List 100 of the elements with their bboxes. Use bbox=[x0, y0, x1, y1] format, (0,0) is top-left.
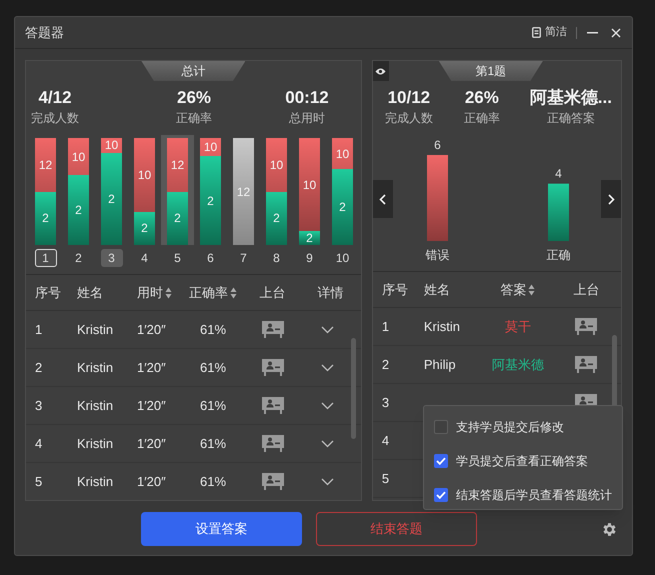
stat-value: 4/12 bbox=[38, 87, 72, 109]
column-header[interactable]: 用时 bbox=[137, 282, 163, 302]
presenter-board-icon[interactable] bbox=[262, 359, 284, 376]
minimize-icon bbox=[586, 32, 598, 34]
table-cell-text: 61% bbox=[199, 320, 228, 339]
presenter-board-icon[interactable] bbox=[262, 473, 284, 490]
stacked-bar[interactable]: 12 2 bbox=[35, 138, 56, 245]
correct-bar-segment[interactable]: 2 bbox=[134, 212, 155, 245]
correct-bar-segment[interactable]: 2 bbox=[101, 152, 122, 245]
question-number-tab[interactable]: 6 bbox=[200, 249, 222, 267]
previous-button[interactable] bbox=[372, 180, 393, 218]
column-header: 序号 bbox=[382, 280, 408, 299]
table-cell-text: Kristin bbox=[77, 472, 114, 491]
stacked-bar[interactable]: 10 2 bbox=[68, 138, 89, 245]
stacked-bar[interactable]: 12 2 bbox=[167, 138, 188, 245]
bar-label: 10 bbox=[202, 139, 218, 156]
correct-bar-segment[interactable]: 2 bbox=[266, 192, 287, 245]
stat-label: 正确率 bbox=[176, 110, 212, 126]
table-cell-text: Kristin bbox=[77, 320, 114, 339]
table-cell-text: 61% bbox=[199, 358, 228, 377]
chevron-down-icon[interactable] bbox=[320, 478, 334, 486]
chevron-left-icon bbox=[379, 194, 386, 204]
end-button[interactable]: 结束答题 bbox=[316, 512, 477, 546]
presenter-board-icon[interactable] bbox=[575, 356, 598, 373]
table-cell-text: 61% bbox=[199, 472, 228, 491]
checkbox[interactable] bbox=[434, 454, 448, 468]
stacked-bar[interactable]: 10 2 bbox=[266, 138, 287, 245]
stat-value: 阿基米德... bbox=[530, 87, 612, 109]
bar-label: 10 bbox=[136, 166, 152, 184]
sort-icon[interactable] bbox=[230, 286, 237, 298]
presenter-board-icon[interactable] bbox=[262, 435, 284, 452]
question-number-tab[interactable]: 5 bbox=[166, 249, 188, 267]
sort-icon[interactable] bbox=[528, 284, 536, 296]
stat-label: 完成人数 bbox=[384, 110, 433, 126]
stacked-bar[interactable]: 10 2 bbox=[134, 138, 155, 245]
eye-icon[interactable] bbox=[375, 68, 386, 74]
question-number-tab[interactable]: 9 bbox=[298, 249, 320, 267]
stat-value: 26% bbox=[464, 87, 499, 109]
table-cell-text: 3 bbox=[382, 394, 390, 412]
settings-button[interactable] bbox=[601, 520, 618, 538]
visibility-toggle[interactable] bbox=[372, 61, 389, 81]
next-button[interactable] bbox=[601, 180, 621, 218]
presenter-board-icon[interactable] bbox=[262, 321, 284, 338]
close-button[interactable] bbox=[610, 26, 622, 38]
chevron-down-icon[interactable] bbox=[320, 402, 334, 410]
stat-value: 10/12 bbox=[388, 87, 430, 109]
correct-bar-segment[interactable]: 2 bbox=[299, 231, 320, 245]
table-cell-text: 1 bbox=[382, 318, 390, 336]
bar-label: 10 bbox=[70, 148, 86, 166]
checkbox-label[interactable]: 支持学员提交后修改 bbox=[456, 418, 564, 436]
column-header[interactable]: 正确率 bbox=[189, 282, 228, 302]
table-cell-text: Kristin bbox=[77, 396, 114, 415]
column-header: 姓名 bbox=[424, 280, 450, 299]
chevron-down-icon[interactable] bbox=[320, 364, 334, 372]
stacked-bar[interactable]: 10 2 bbox=[299, 138, 320, 245]
question-number-tab[interactable]: 8 bbox=[266, 249, 288, 267]
question-number-tab[interactable]: 2 bbox=[68, 249, 90, 267]
column-header[interactable]: 答案 bbox=[500, 280, 526, 300]
set-answer-button[interactable]: 设置答案 bbox=[141, 512, 302, 546]
stat-value: 00:12 bbox=[285, 87, 329, 109]
panel-tab[interactable]: 第1题 bbox=[438, 61, 543, 81]
stat-label: 正确答案 bbox=[546, 110, 595, 126]
correct-bar-segment[interactable]: 2 bbox=[200, 156, 221, 245]
question-number-tab[interactable]: 4 bbox=[134, 249, 156, 267]
table-cell-text: Kristin bbox=[77, 358, 114, 377]
view-mode-button[interactable]: 简洁 bbox=[532, 24, 567, 41]
checkbox-label[interactable]: 结束答题后学员查看答题统计 bbox=[456, 486, 612, 504]
sort-icon[interactable] bbox=[165, 286, 172, 298]
scrollbar[interactable] bbox=[350, 338, 356, 439]
stacked-bar[interactable]: 10 2 bbox=[101, 138, 122, 245]
data-label: 4 bbox=[555, 166, 562, 181]
chevron-down-icon[interactable] bbox=[320, 326, 334, 334]
panel-tab[interactable]: 总计 bbox=[141, 61, 246, 81]
table-cell-text: 5 bbox=[382, 470, 390, 488]
stacked-bar[interactable]: 10 2 bbox=[332, 138, 353, 245]
table-cell-text: 5 bbox=[35, 472, 44, 491]
presenter-board-icon[interactable] bbox=[262, 397, 284, 414]
table-cell-text: Kristin bbox=[77, 434, 114, 453]
checkbox-label[interactable]: 学员提交后查看正确答案 bbox=[456, 452, 588, 470]
checkbox[interactable] bbox=[434, 420, 448, 434]
answer-cell-text: 莫干 bbox=[504, 318, 532, 336]
data-label: 6 bbox=[434, 138, 441, 152]
correct-bar-segment[interactable]: 2 bbox=[68, 175, 89, 245]
checkbox[interactable] bbox=[434, 488, 448, 502]
table-cell-text: 2 bbox=[35, 358, 44, 377]
correct-bar-segment[interactable]: 2 bbox=[332, 169, 353, 245]
question-number-tab[interactable]: 10 bbox=[332, 249, 354, 267]
chevron-down-icon[interactable] bbox=[320, 440, 334, 448]
correct-bar-segment[interactable]: 2 bbox=[167, 192, 188, 245]
question-number-tab[interactable]: 7 bbox=[232, 249, 254, 267]
question-number-tab[interactable]: 3 bbox=[100, 249, 122, 267]
presenter-board-icon[interactable] bbox=[575, 318, 598, 335]
table-cell-text: 1′20″ bbox=[137, 396, 167, 415]
question-number-tab[interactable]: 1 bbox=[34, 249, 56, 267]
correct-bar-segment[interactable]: 2 bbox=[35, 192, 56, 245]
stacked-bar[interactable]: 10 2 bbox=[200, 138, 221, 245]
table-cell-text: 1′20″ bbox=[137, 434, 167, 453]
table-cell-text: 1 bbox=[35, 320, 44, 339]
chevron-right-icon bbox=[608, 194, 614, 204]
bar-label: 12 bbox=[170, 156, 186, 174]
